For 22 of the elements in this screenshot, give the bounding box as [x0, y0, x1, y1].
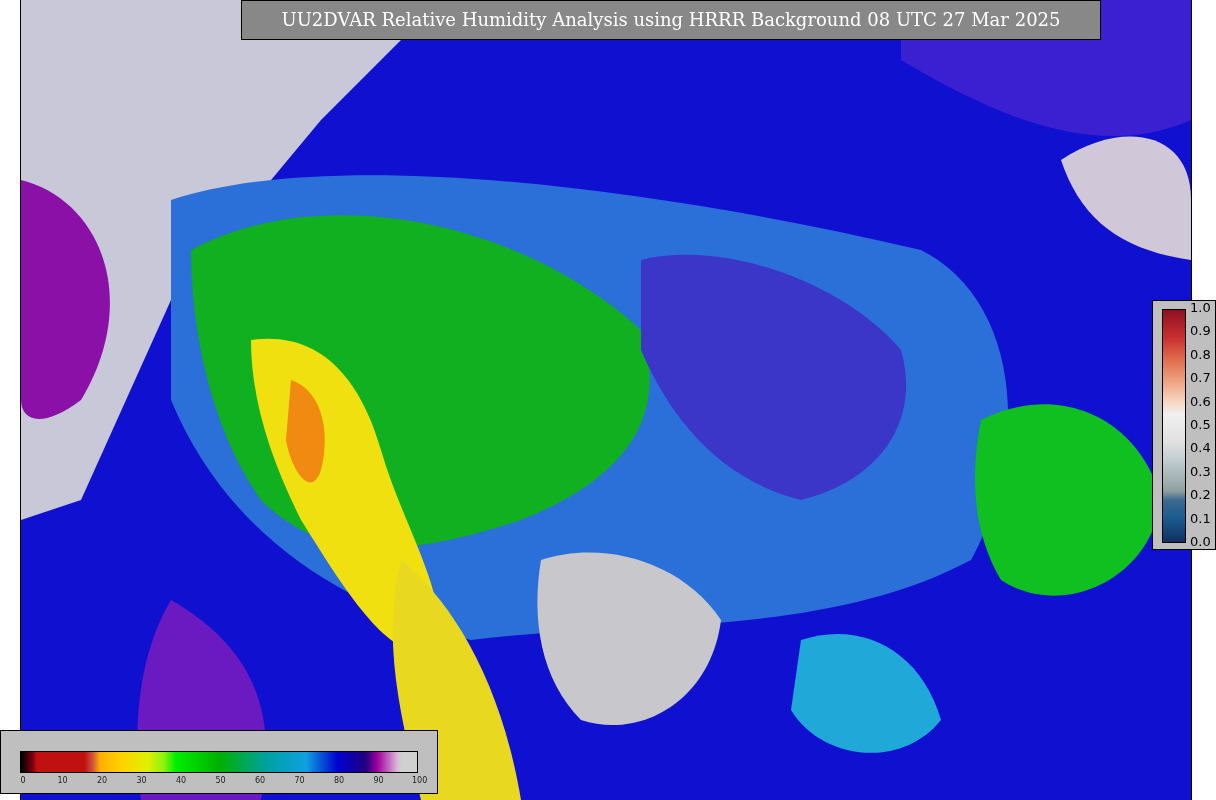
tick-label: 0.6 [1190, 393, 1211, 410]
tick-label: 0.2 [1190, 487, 1211, 504]
tick-label: 70 [293, 776, 306, 785]
tick-label: 0.3 [1190, 463, 1211, 480]
tick-label: 40 [175, 776, 187, 785]
tick-label: 0.8 [1190, 346, 1211, 363]
map-title: UU2DVAR Relative Humidity Analysis using HRRR Background 08 UTC 27 Mar 2025 [241, 0, 1101, 40]
tick-label: 80 [333, 776, 345, 785]
tick-label: 0.1 [1190, 510, 1211, 527]
tick-label: 0.5 [1190, 416, 1211, 433]
tick-label: 20 [96, 776, 108, 785]
tick-label: 60 [254, 776, 266, 785]
tick-label: 50 [214, 776, 227, 785]
tick-label: 0.9 [1190, 323, 1211, 340]
tick-label: 0.7 [1190, 370, 1211, 387]
tick-label: 90 [372, 776, 385, 785]
tick-label: 0 [19, 776, 27, 785]
tick-label: 1.0 [1190, 300, 1211, 316]
tick-label: 30 [135, 776, 148, 785]
tick-label: 0.0 [1190, 533, 1211, 550]
tick-label: 10 [56, 776, 69, 785]
tick-label: 0.4 [1190, 440, 1211, 457]
